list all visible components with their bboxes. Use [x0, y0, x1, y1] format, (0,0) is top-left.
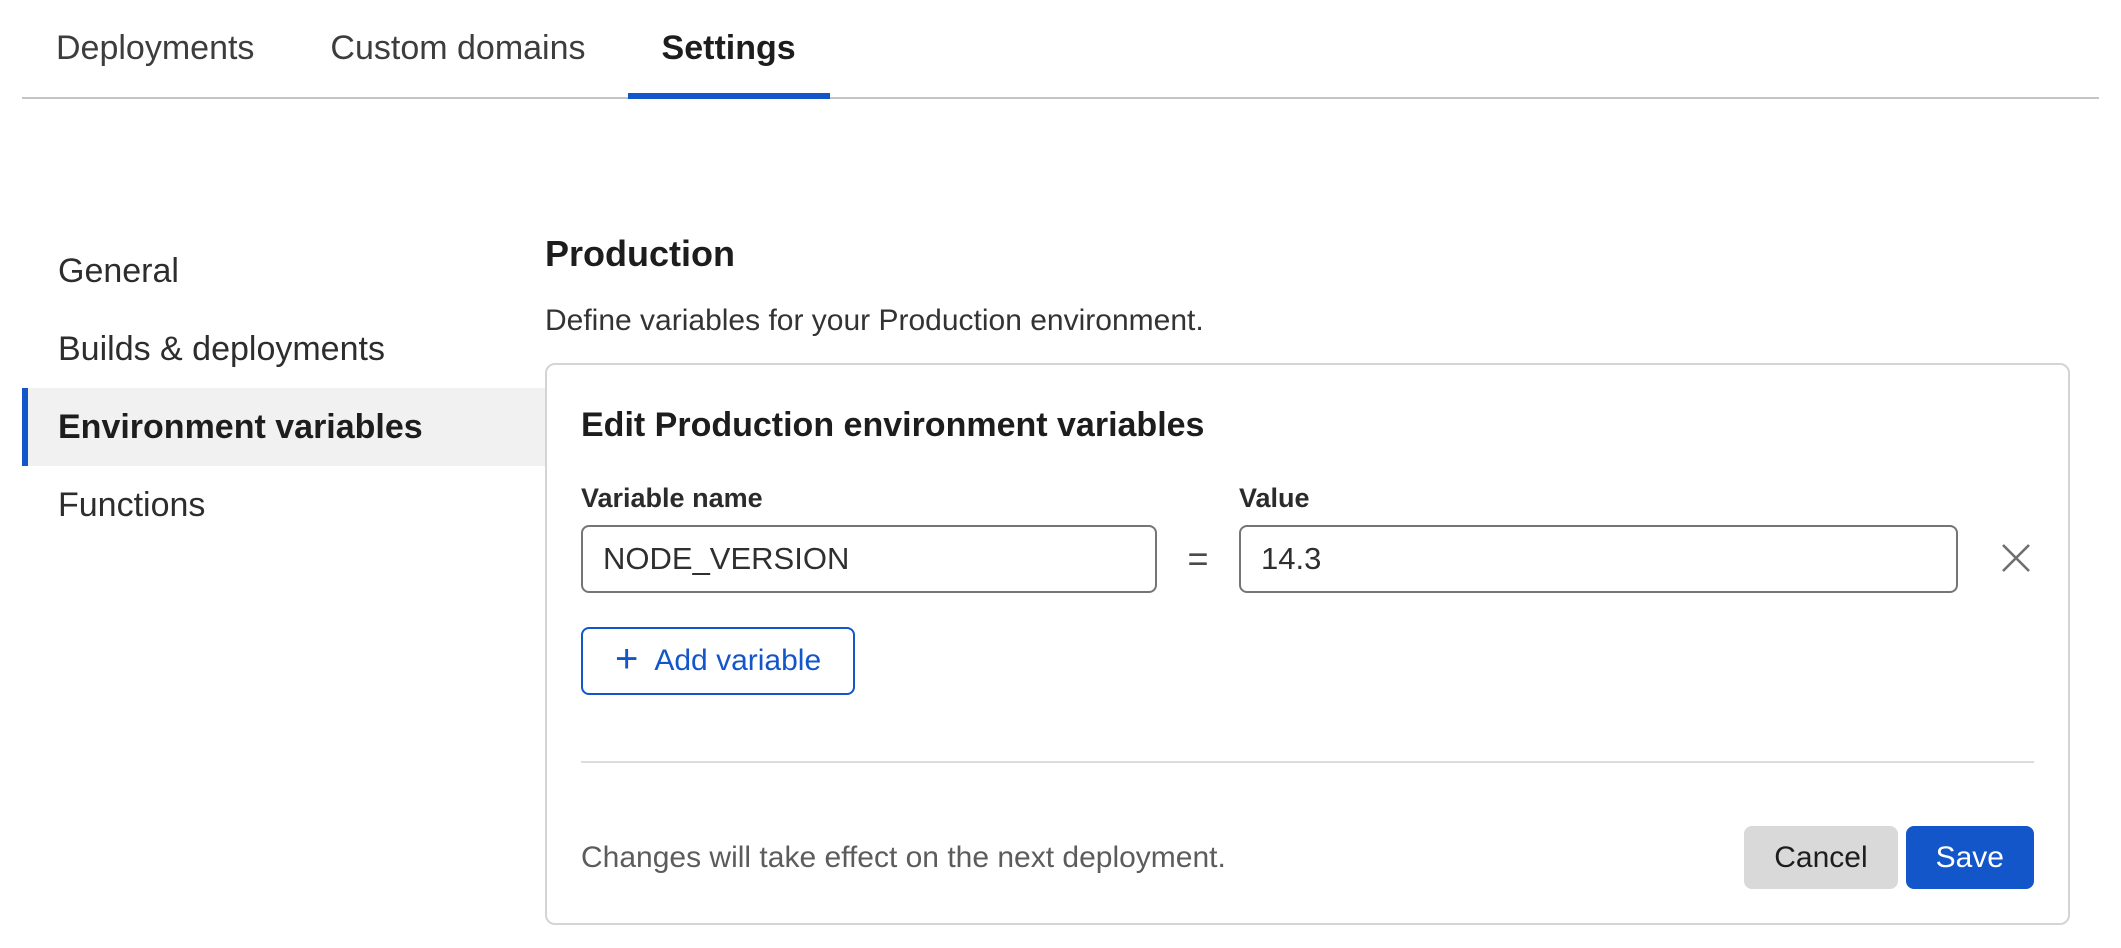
cancel-button[interactable]: Cancel	[1744, 826, 1897, 889]
page-title: Production	[545, 232, 2070, 276]
settings-sidebar: General Builds & deployments Environment…	[22, 232, 545, 925]
card-title: Edit Production environment variables	[581, 403, 2034, 447]
tab-settings[interactable]: Settings	[628, 0, 830, 99]
variable-value-input[interactable]	[1239, 525, 1958, 593]
add-variable-button[interactable]: + Add variable	[581, 627, 855, 695]
card-footer: Changes will take effect on the next dep…	[581, 826, 2034, 889]
variable-name-label: Variable name	[581, 481, 1157, 515]
remove-variable-button[interactable]	[1998, 541, 2034, 577]
value-label: Value	[1239, 481, 1310, 515]
card-divider	[581, 761, 2034, 763]
tab-custom-domains[interactable]: Custom domains	[296, 0, 619, 97]
page-description: Define variables for your Production env…	[545, 302, 2070, 340]
project-tab-bar: Deployments Custom domains Settings	[22, 0, 2099, 99]
plus-icon: +	[615, 639, 638, 679]
environment-variables-panel: Production Define variables for your Pro…	[545, 232, 2070, 925]
save-button[interactable]: Save	[1906, 826, 2034, 889]
add-variable-label: Add variable	[654, 644, 821, 678]
field-labels-row: Variable name Value	[581, 481, 2034, 515]
sidebar-item-builds-deployments[interactable]: Builds & deployments	[22, 310, 545, 388]
equals-sign: =	[1157, 538, 1239, 580]
tab-deployments[interactable]: Deployments	[22, 0, 288, 97]
variable-name-input[interactable]	[581, 525, 1157, 593]
footer-buttons: Cancel Save	[1744, 826, 2034, 889]
variable-row: =	[581, 525, 2034, 593]
settings-content: General Builds & deployments Environment…	[0, 99, 2121, 925]
footer-note: Changes will take effect on the next dep…	[581, 841, 1226, 875]
sidebar-item-environment-variables[interactable]: Environment variables	[22, 388, 545, 466]
x-icon	[1999, 541, 2033, 578]
edit-variables-card: Edit Production environment variables Va…	[545, 363, 2070, 925]
sidebar-item-general[interactable]: General	[22, 232, 545, 310]
sidebar-item-functions[interactable]: Functions	[22, 466, 545, 544]
